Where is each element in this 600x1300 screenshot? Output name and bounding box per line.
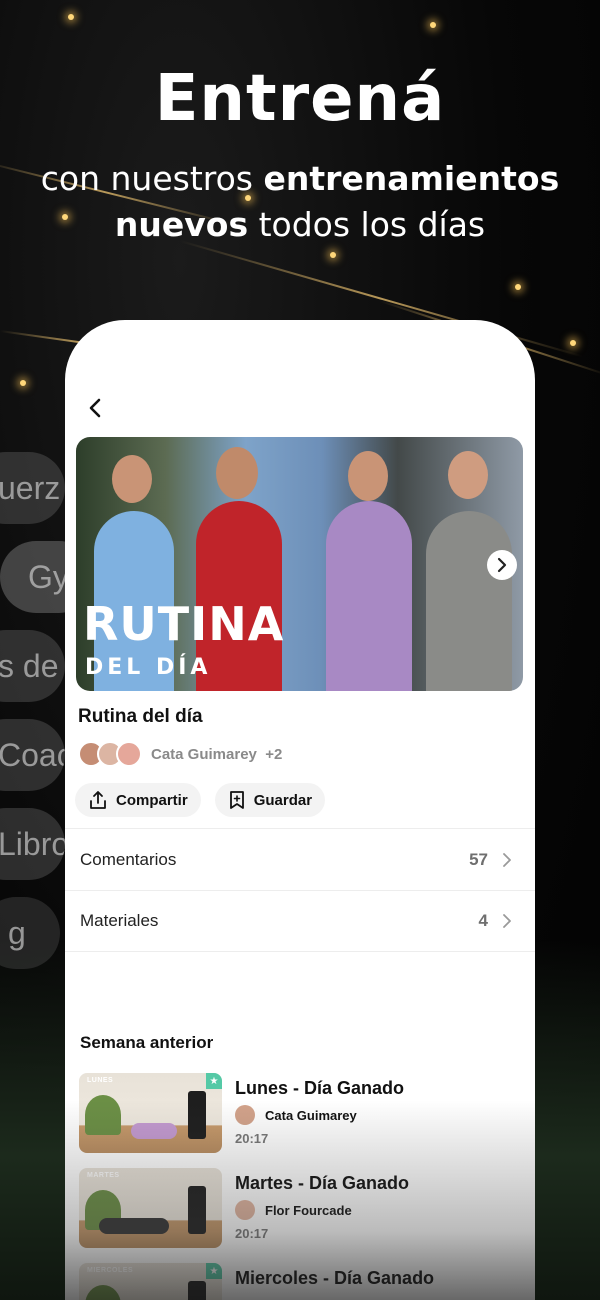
authors-names: Cata Guimarey +2 [151, 745, 283, 763]
authors[interactable]: Cata Guimarey +2 [78, 741, 282, 767]
avatar [116, 741, 142, 767]
share-label: Compartir [116, 791, 188, 809]
workout-thumbnail: MARTES [79, 1168, 222, 1248]
promo-subline: con nuestros entrenamientos nuevos todos… [40, 159, 560, 244]
materials-label: Materiales [80, 911, 159, 930]
chevron-right-icon [503, 914, 511, 928]
hero-subtitle: DEL DÍA [85, 655, 212, 680]
coach-figure [112, 455, 152, 503]
list-item[interactable]: MIERCOLES ★ Miercoles - Día Ganado [79, 1263, 519, 1300]
share-icon [90, 791, 106, 809]
materials-row[interactable]: Materiales 4 [65, 890, 535, 952]
chevron-right-icon [497, 557, 507, 573]
share-button[interactable]: Compartir [75, 783, 201, 817]
materials-count: 4 [478, 911, 488, 930]
save-label: Guardar [253, 791, 313, 809]
star-icon: ★ [206, 1263, 222, 1279]
list-item[interactable]: LUNES ★ Lunes - Día Ganado Cata Guimarey… [79, 1073, 519, 1155]
section-title: Semana anterior [80, 1033, 214, 1052]
coach-name: Flor Fourcade [265, 1202, 352, 1218]
save-button[interactable]: Guardar [214, 783, 326, 817]
list-item[interactable]: MARTES Martes - Día Ganado Flor Fourcade… [79, 1168, 519, 1250]
avatar [235, 1105, 255, 1125]
item-name: Miercoles - Día Ganado [235, 1268, 435, 1288]
item-name: Martes - Día Ganado [235, 1173, 410, 1193]
item-duration: 20:17 [235, 1226, 269, 1241]
item-duration: 20:17 [235, 1131, 269, 1146]
coach-figure [326, 501, 412, 691]
comments-label: Comentarios [80, 849, 177, 869]
comments-row[interactable]: Comentarios 57 [65, 828, 535, 890]
workout-thumbnail: LUNES ★ [79, 1073, 222, 1153]
comments-count: 57 [469, 849, 488, 869]
coach-name: Cata Guimarey [265, 1107, 357, 1123]
coach-figure [216, 447, 258, 499]
back-button[interactable] [81, 394, 109, 422]
avatar [235, 1200, 255, 1220]
chevron-left-icon [89, 398, 101, 418]
star-icon: ★ [206, 1073, 222, 1089]
coach-figure [426, 511, 512, 691]
phone-screen: RUTINA DEL DÍA Rutina del día Cata Guima… [65, 320, 535, 1300]
hero-next-button[interactable] [487, 550, 517, 580]
hero-banner[interactable]: RUTINA DEL DÍA [76, 437, 523, 691]
item-name: Lunes - Día Ganado [235, 1078, 405, 1098]
action-bar: Compartir Guardar [75, 783, 326, 817]
workout-thumbnail: MIERCOLES ★ [79, 1263, 222, 1300]
hero-title: RUTINA [83, 597, 285, 651]
coach-figure [348, 451, 388, 501]
coach-figure [448, 451, 488, 499]
chevron-right-icon [503, 852, 511, 867]
promo-headline: Entrená [154, 62, 446, 136]
bookmark-icon [229, 791, 244, 809]
workout-title: Rutina del día [78, 706, 203, 727]
